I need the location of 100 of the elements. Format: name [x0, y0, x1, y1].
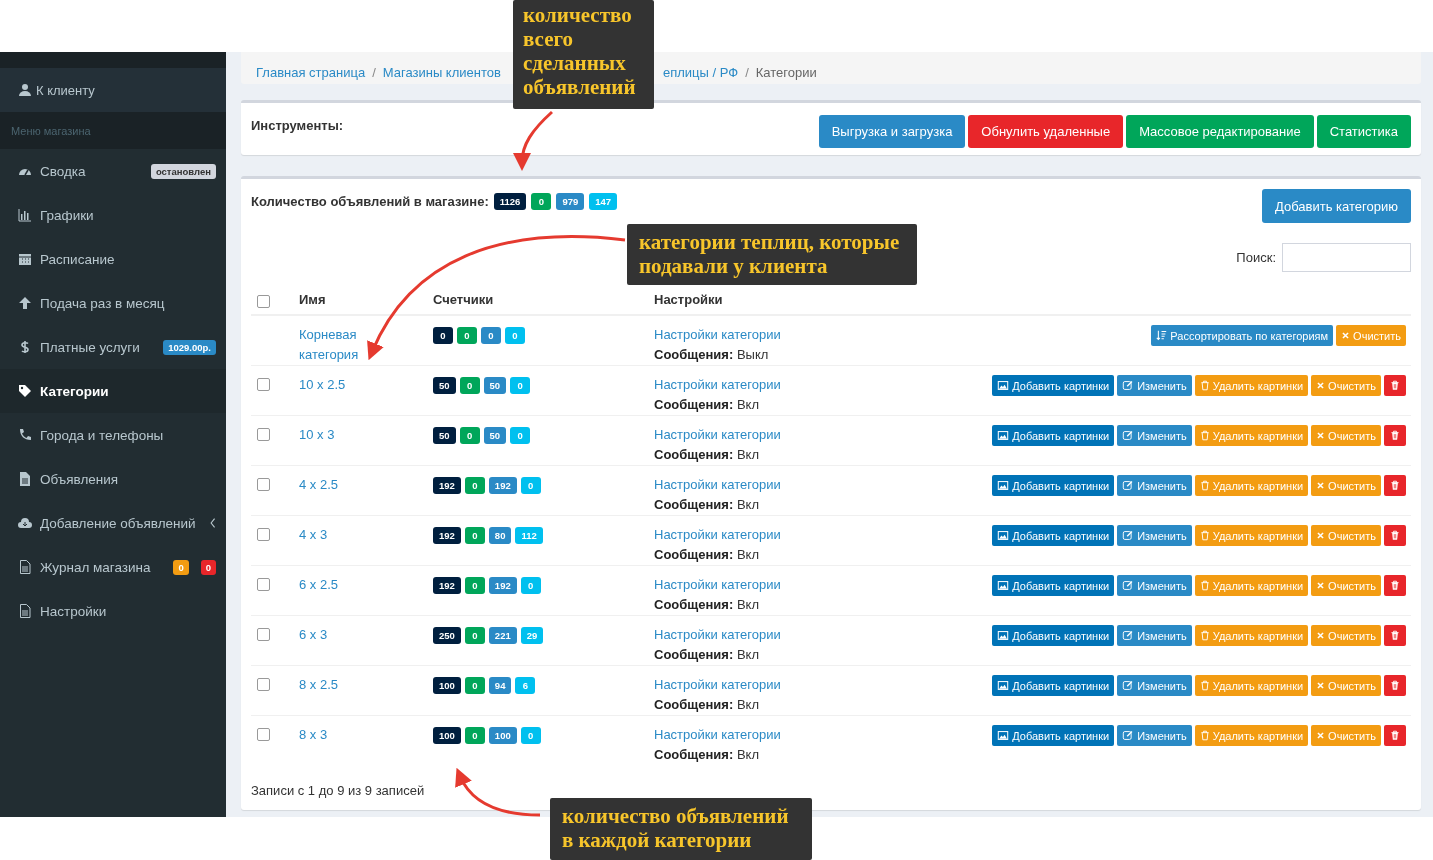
edit-icon	[1122, 430, 1135, 441]
delete-button[interactable]	[1384, 675, 1406, 696]
delete-button[interactable]	[1384, 725, 1406, 746]
edit-button[interactable]: Изменить	[1117, 375, 1192, 396]
sidebar-item[interactable]: Добавление объявлений	[0, 501, 226, 545]
sidebar-item[interactable]: Категории	[0, 369, 226, 413]
clear-button[interactable]: Очистить	[1311, 725, 1381, 746]
sidebar-item[interactable]: Графики	[0, 193, 226, 237]
add-images-button[interactable]: Добавить картинки	[992, 675, 1115, 696]
checkbox[interactable]	[257, 528, 270, 541]
edit-button[interactable]: Изменить	[1117, 425, 1192, 446]
settings-link[interactable]: Настройки категории	[654, 325, 830, 345]
checkbox[interactable]	[257, 478, 270, 491]
tool-button[interactable]: Выгрузка и загрузка	[818, 115, 966, 148]
sidebar-item[interactable]: Журнал магазина 0 0	[0, 545, 226, 589]
clear-button[interactable]: Очистить	[1311, 575, 1381, 596]
settings-link[interactable]: Настройки категории	[654, 725, 830, 745]
settings-link[interactable]: Настройки категории	[654, 525, 830, 545]
column-header: Счетчики	[433, 292, 494, 307]
edit-button[interactable]: Изменить	[1117, 725, 1192, 746]
add-images-button[interactable]: Добавить картинки	[992, 525, 1115, 546]
category-link[interactable]: 4 x 3	[299, 525, 379, 545]
add-category-button[interactable]: Добавить категорию	[1262, 189, 1411, 223]
settings-link[interactable]: Настройки категории	[654, 575, 830, 595]
delete-button[interactable]	[1384, 425, 1406, 446]
search-field[interactable]	[1282, 243, 1411, 272]
category-link[interactable]: 8 x 2.5	[299, 675, 379, 695]
checkbox[interactable]	[257, 578, 270, 591]
delete-images-button[interactable]: Удалить картинки	[1194, 525, 1309, 546]
delete-images-button[interactable]: Удалить картинки	[1194, 425, 1309, 446]
add-images-button[interactable]: Добавить картинки	[992, 375, 1115, 396]
delete-button[interactable]	[1384, 575, 1406, 596]
counter-badge: 0	[464, 527, 485, 544]
clear-button[interactable]: Очистить	[1336, 325, 1406, 346]
delete-images-button[interactable]: Удалить картинки	[1194, 625, 1309, 646]
sidebar-item[interactable]: Объявления	[0, 457, 226, 501]
document-icon	[18, 472, 32, 486]
checkbox[interactable]	[257, 678, 270, 691]
sidebar-item[interactable]: Сводка остановлен	[0, 149, 226, 193]
clear-button[interactable]: Очистить	[1311, 675, 1381, 696]
count-label: Количество объявлений в магазине:	[251, 194, 489, 209]
delete-button[interactable]	[1384, 375, 1406, 396]
edit-button[interactable]: Изменить	[1117, 525, 1192, 546]
sidebar-item[interactable]: Расписание	[0, 237, 226, 281]
breadcrumb-link[interactable]: еплицы / РФ	[663, 65, 739, 80]
sort-button[interactable]: Рассортировать по категориям	[1151, 325, 1334, 346]
sidebar-item[interactable]: К клиенту	[0, 68, 226, 112]
tool-button[interactable]: Обнулить удаленные	[968, 115, 1124, 148]
settings-link[interactable]: Настройки категории	[654, 675, 830, 695]
edit-icon	[1122, 630, 1135, 641]
checkbox[interactable]	[257, 728, 270, 741]
clear-button[interactable]: Очистить	[1311, 475, 1381, 496]
category-link[interactable]: 10 x 2.5	[299, 375, 379, 395]
clear-button[interactable]: Очистить	[1311, 375, 1381, 396]
calendar-icon	[18, 252, 32, 266]
category-link[interactable]: Корневая категория	[299, 325, 379, 365]
edit-icon	[1122, 480, 1135, 491]
add-images-button[interactable]: Добавить картинки	[992, 425, 1115, 446]
sidebar-item[interactable]: Города и телефоны	[0, 413, 226, 457]
clear-button[interactable]: Очистить	[1311, 525, 1381, 546]
settings-link[interactable]: Настройки категории	[654, 475, 830, 495]
tool-button[interactable]: Массовое редактирование	[1126, 115, 1314, 148]
sidebar-item-label: Графики	[40, 207, 95, 223]
checkbox[interactable]	[257, 428, 270, 441]
delete-images-button[interactable]: Удалить картинки	[1194, 575, 1309, 596]
sidebar-item[interactable]: Платные услуги 1029.00р.	[0, 325, 226, 369]
edit-button[interactable]: Изменить	[1117, 625, 1192, 646]
add-images-button[interactable]: Добавить картинки	[992, 625, 1115, 646]
settings-link[interactable]: Настройки категории	[654, 625, 830, 645]
category-link[interactable]: 8 x 3	[299, 725, 379, 745]
delete-images-button[interactable]: Удалить картинки	[1194, 675, 1309, 696]
category-link[interactable]: 6 x 2.5	[299, 575, 379, 595]
category-link[interactable]: 6 x 3	[299, 625, 379, 645]
delete-button[interactable]	[1384, 625, 1406, 646]
edit-button[interactable]: Изменить	[1117, 575, 1192, 596]
category-link[interactable]: 4 x 2.5	[299, 475, 379, 495]
edit-button[interactable]: Изменить	[1117, 475, 1192, 496]
settings-link[interactable]: Настройки категории	[654, 375, 830, 395]
delete-images-button[interactable]: Удалить картинки	[1194, 725, 1309, 746]
sidebar-item[interactable]: Настройки	[0, 589, 226, 633]
checkbox[interactable]	[257, 294, 270, 308]
clear-button[interactable]: Очистить	[1311, 425, 1381, 446]
delete-button[interactable]	[1384, 475, 1406, 496]
add-images-button[interactable]: Добавить картинки	[992, 725, 1115, 746]
delete-images-button[interactable]: Удалить картинки	[1194, 375, 1309, 396]
clear-button[interactable]: Очистить	[1311, 625, 1381, 646]
checkbox[interactable]	[257, 378, 270, 391]
add-images-button[interactable]: Добавить картинки	[992, 475, 1115, 496]
checkbox[interactable]	[257, 628, 270, 641]
category-link[interactable]: 10 x 3	[299, 425, 379, 445]
breadcrumb-link[interactable]: Магазины клиентов	[382, 65, 501, 80]
delete-images-button[interactable]: Удалить картинки	[1194, 475, 1309, 496]
delete-button[interactable]	[1384, 525, 1406, 546]
tool-button[interactable]: Статистика	[1316, 115, 1411, 148]
trash-icon	[1199, 480, 1210, 491]
edit-button[interactable]: Изменить	[1117, 675, 1192, 696]
add-images-button[interactable]: Добавить картинки	[992, 575, 1115, 596]
sidebar-item[interactable]: Подача раз в месяц	[0, 281, 226, 325]
breadcrumb-link[interactable]: Главная страница	[256, 65, 366, 80]
settings-link[interactable]: Настройки категории	[654, 425, 830, 445]
